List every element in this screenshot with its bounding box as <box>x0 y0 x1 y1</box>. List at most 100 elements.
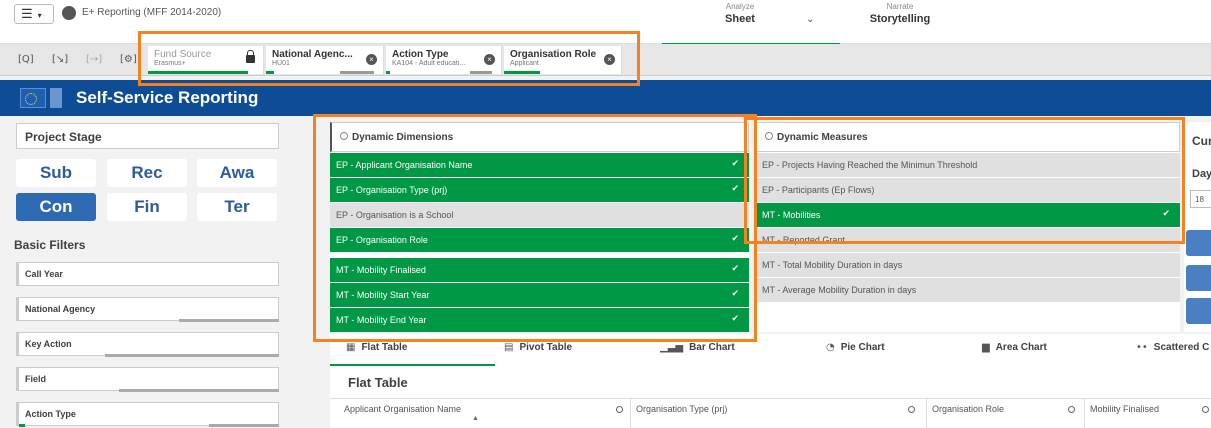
column-header-mobility-finalised[interactable]: Mobility Finalised <box>1090 404 1159 414</box>
clear-selection-icon[interactable]: × <box>366 54 377 65</box>
measure-item[interactable]: MT - Reported Grant <box>756 228 1180 252</box>
measure-item[interactable]: MT - Average Mobility Duration in days <box>756 278 1180 302</box>
nav-analyze[interactable]: Analyze Sheet <box>700 2 780 25</box>
dimension-item[interactable]: EP - Applicant Organisation Name ✔ <box>330 153 749 177</box>
filter-label: Action Type <box>25 409 76 419</box>
dimension-item[interactable]: MT - Mobility Finalised ✔ <box>330 258 749 282</box>
step-forward-icon[interactable]: [→] <box>86 54 102 66</box>
currency-panel: Cur Day 18 <box>1184 122 1211 332</box>
nav-narrate-label: Narrate <box>886 2 914 11</box>
measure-item[interactable]: MT - Mobilities ✔ <box>756 203 1180 227</box>
column-header-applicant-org[interactable]: Applicant Organisation Name <box>344 404 461 414</box>
selection-chip-organisation-role[interactable]: Organisation Role Applicant × <box>504 46 622 74</box>
dimension-item[interactable]: MT - Mobility End Year ✔ <box>330 308 749 332</box>
search-icon[interactable] <box>616 406 623 413</box>
search-icon <box>765 132 773 140</box>
search-icon[interactable] <box>1202 406 1209 413</box>
app-icon <box>62 6 76 20</box>
tab-bar-chart[interactable]: ▁▃▅ Bar Chart <box>660 342 735 353</box>
selection-field: Fund Source <box>154 49 212 60</box>
smart-search-icon[interactable]: [Q] <box>18 54 34 66</box>
filter-key-action[interactable]: Key Action <box>16 332 279 357</box>
measure-item[interactable]: EP - Projects Having Reached the Minimun… <box>756 153 1180 177</box>
dynamic-dimensions-listbox: Dynamic Dimensions EP - Applicant Organi… <box>330 122 749 332</box>
dimension-item[interactable]: EP - Organisation is a School <box>330 203 749 227</box>
selection-chip-action-type[interactable]: Action Type KA104 - Adult educati... × <box>386 46 502 74</box>
tab-pivot-table[interactable]: ▤ Pivot Table <box>504 342 572 353</box>
filter-excluded-bar <box>209 424 279 427</box>
tab-pie-chart[interactable]: ◔ Pie Chart <box>826 342 885 353</box>
tab-scatter-chart[interactable]: •• Scattered C <box>1136 342 1209 353</box>
selection-field: National Agenc... <box>272 49 353 60</box>
step-back-icon[interactable]: [↘] <box>52 54 68 66</box>
day-input[interactable]: 18 <box>1190 190 1211 208</box>
sort-asc-icon[interactable]: ▲ <box>472 415 479 422</box>
tab-area-chart[interactable]: ▆ Area Chart <box>982 342 1047 353</box>
selection-state-bar <box>386 71 390 74</box>
search-icon[interactable] <box>1068 406 1075 413</box>
check-icon: ✔ <box>1162 209 1170 219</box>
measures-search-label: Dynamic Measures <box>777 132 868 143</box>
dimension-list-gap <box>330 253 749 257</box>
dimension-item[interactable]: MT - Mobility Start Year ✔ <box>330 283 749 307</box>
filter-label: Call Year <box>25 269 63 279</box>
currency-button[interactable] <box>1186 298 1211 324</box>
table-header-border <box>330 398 1211 399</box>
eu-flag-logo <box>20 88 46 108</box>
measures-search[interactable]: Dynamic Measures <box>756 122 1180 152</box>
stage-button-rec[interactable]: Rec <box>107 159 187 187</box>
selection-field: Action Type <box>392 49 449 60</box>
search-icon[interactable] <box>908 406 915 413</box>
stage-button-con[interactable]: Con <box>16 193 96 221</box>
nav-narrate[interactable]: Narrate Storytelling <box>860 2 940 25</box>
filter-state-bar <box>105 354 279 357</box>
column-header-org-role[interactable]: Organisation Role <box>932 404 1004 414</box>
left-filter-panel: Project Stage Sub Rec Awa Con Fin Ter Ba… <box>0 116 292 428</box>
dimension-item[interactable]: EP - Organisation Type (prj) ✔ <box>330 178 749 202</box>
selection-state-bar <box>504 71 540 74</box>
pivot-table-icon: ▤ <box>504 342 514 353</box>
tab-flat-table[interactable]: ▦ Flat Table <box>346 342 407 353</box>
dimensions-search[interactable]: Dynamic Dimensions <box>330 122 749 152</box>
stage-button-sub[interactable]: Sub <box>16 159 96 187</box>
global-menu-button[interactable]: ☰ ▾ <box>14 4 54 24</box>
stage-button-fin[interactable]: Fin <box>107 193 187 221</box>
dimensions-search-label: Dynamic Dimensions <box>352 132 454 143</box>
selection-field: Organisation Role <box>510 49 597 60</box>
stage-button-ter[interactable]: Ter <box>197 193 277 221</box>
dimension-item[interactable]: EP - Organisation Role ✔ <box>330 228 749 252</box>
page-title: Self-Service Reporting <box>76 88 259 107</box>
visualization-area: ▦ Flat Table ▤ Pivot Table ▁▃▅ Bar Chart ◔ P… <box>330 334 1211 428</box>
commission-logo <box>50 88 62 108</box>
column-divider <box>630 398 631 428</box>
filter-action-type[interactable]: Action Type <box>16 402 279 427</box>
column-header-org-type[interactable]: Organisation Type (prj) <box>636 404 727 414</box>
table-icon: ▦ <box>346 342 356 353</box>
selection-chip-fund-source[interactable]: Fund Source Erasmus+ <box>148 46 264 74</box>
selection-chip-national-agency[interactable]: National Agenc... HU01 × <box>266 46 384 74</box>
measure-item[interactable]: EP - Participants (Ep Flows) <box>756 178 1180 202</box>
stage-button-awa[interactable]: Awa <box>197 159 277 187</box>
clear-selection-icon[interactable]: × <box>604 54 615 65</box>
filter-field[interactable]: Field <box>16 367 279 392</box>
page-banner: Self-Service Reporting <box>0 80 1211 116</box>
currency-button[interactable] <box>1186 230 1211 256</box>
chevron-down-icon[interactable]: ⌄ <box>806 14 814 25</box>
app-title[interactable]: E+ Reporting (MFF 2014-2020) <box>82 7 221 18</box>
clear-selections-icon[interactable]: [⚙] <box>120 54 137 66</box>
area-chart-icon: ▆ <box>982 342 990 353</box>
selection-state-bar <box>148 71 248 74</box>
measure-item[interactable]: MT - Total Mobility Duration in days <box>756 253 1180 277</box>
search-icon <box>340 132 348 140</box>
filter-national-agency[interactable]: National Agency <box>16 297 279 322</box>
filter-label: National Agency <box>25 304 96 314</box>
table-title: Flat Table <box>348 375 408 390</box>
clear-selection-icon[interactable]: × <box>484 54 495 65</box>
day-label: Day <box>1192 168 1211 180</box>
check-icon: ✔ <box>731 234 739 244</box>
selection-value: Applicant <box>510 60 539 67</box>
selection-state-bar <box>266 71 274 74</box>
filter-call-year[interactable]: Call Year <box>16 262 279 286</box>
currency-button[interactable] <box>1186 265 1211 291</box>
check-icon: ✔ <box>731 289 739 299</box>
